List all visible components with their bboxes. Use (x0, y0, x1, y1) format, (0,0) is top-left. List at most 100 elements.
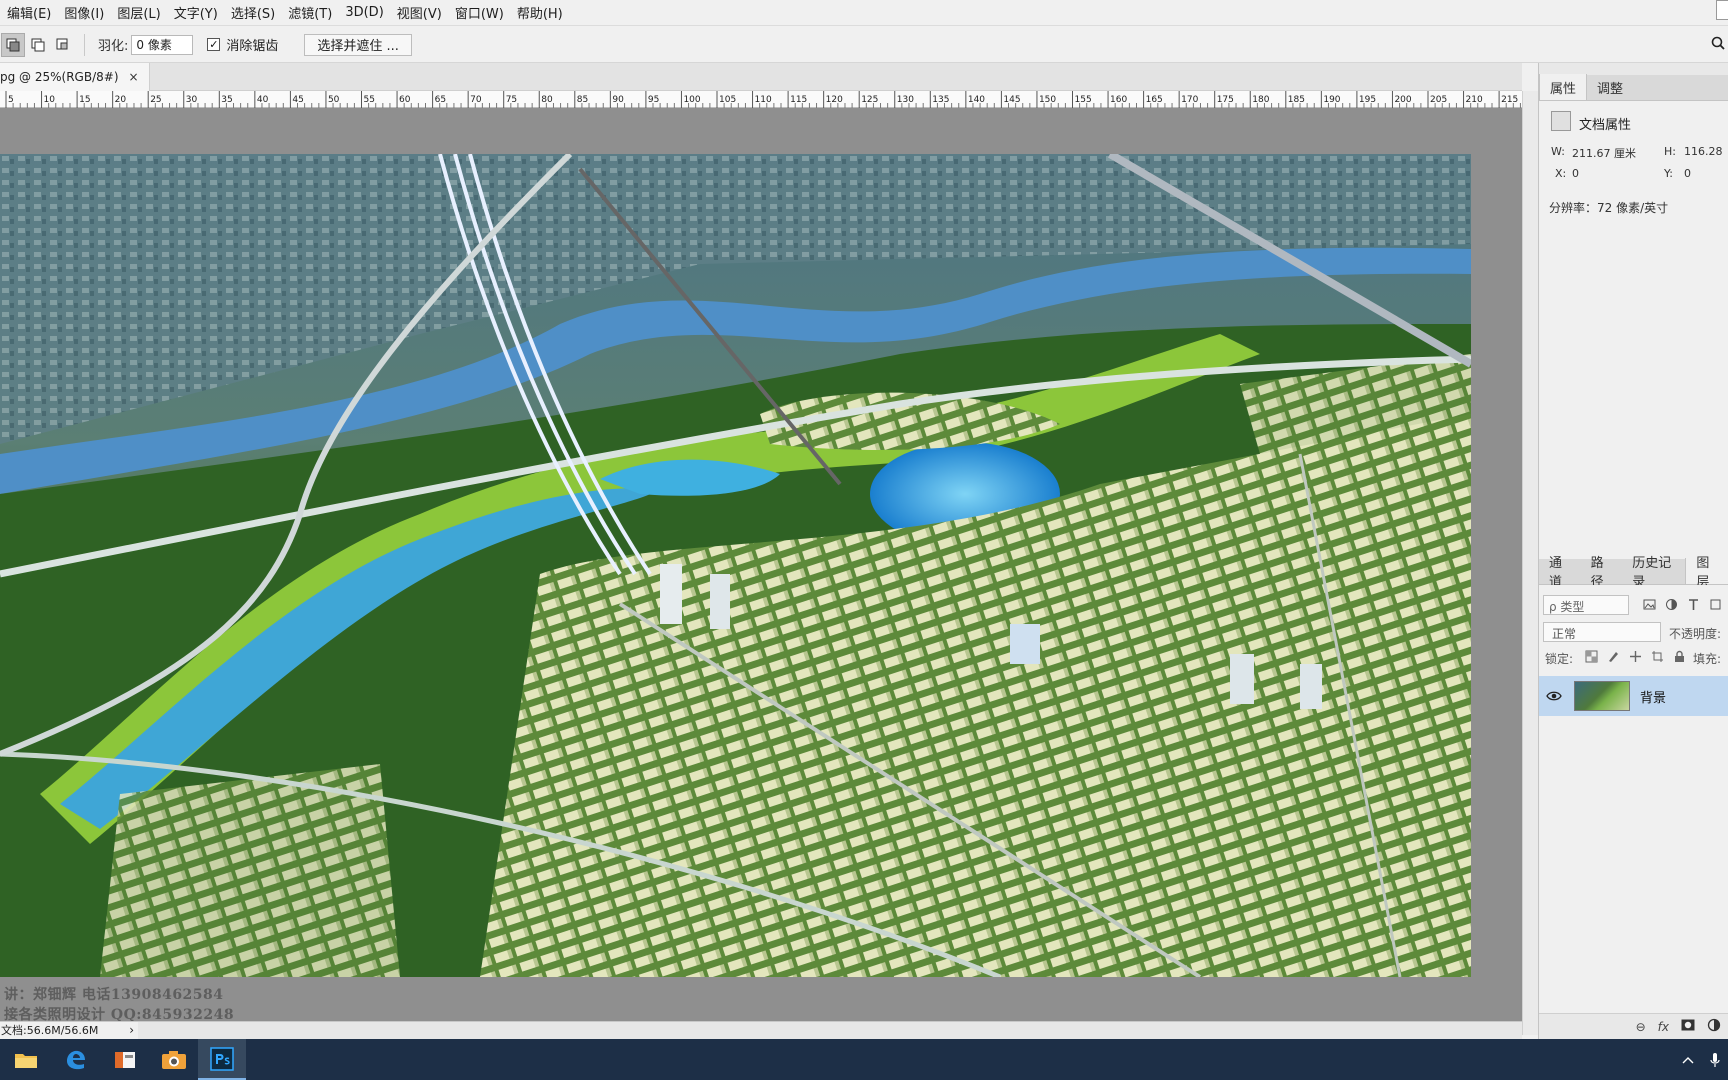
ruler-label: 170 (1181, 95, 1198, 105)
ruler-label: 15 (79, 95, 90, 105)
vertical-scrollbar[interactable] (1522, 91, 1538, 1035)
menu-window[interactable]: 窗口(W) (448, 3, 510, 22)
tab-channels[interactable]: 通道 (1539, 556, 1581, 590)
ruler-label: 70 (470, 95, 482, 105)
photoshop-taskbar-button[interactable] (198, 1039, 246, 1080)
menu-select[interactable]: 选择(S) (224, 3, 281, 22)
width-value[interactable]: 211.67 厘米 (1572, 145, 1636, 161)
fill-label: 填充: (1693, 652, 1722, 666)
properties-panel: 文档属性 W: 211.67 厘米 H: 116.28 X: 0 Y: 0 分辨… (1539, 101, 1728, 559)
camera-app-button[interactable] (150, 1039, 198, 1080)
adjustment-icon[interactable] (1707, 1018, 1721, 1035)
ruler-label: 35 (221, 95, 232, 105)
layer-thumbnail (1574, 681, 1630, 711)
file-explorer-button[interactable] (2, 1039, 50, 1080)
x-value[interactable]: 0 (1572, 167, 1579, 180)
lock-pixels-icon[interactable] (1607, 650, 1620, 663)
ruler-label: 135 (932, 95, 949, 105)
blend-mode-select[interactable]: 正常 (1543, 622, 1661, 642)
document-tab[interactable]: pg @ 25%(RGB/8#) × (0, 63, 150, 91)
photoshop-icon (210, 1046, 234, 1071)
status-menu-arrow[interactable]: › (129, 1022, 134, 1039)
ruler-label: 55 (364, 95, 375, 105)
layer-name[interactable]: 背景 (1640, 687, 1666, 706)
type-filter-icon[interactable] (1687, 598, 1700, 611)
subtract-selection-button[interactable] (51, 33, 75, 57)
tab-layers[interactable]: 图层 (1685, 556, 1728, 590)
lock-position-icon[interactable] (1629, 650, 1642, 663)
x-label: X: (1555, 167, 1567, 180)
ruler-label: 175 (1217, 95, 1234, 105)
horizontal-ruler[interactable]: 5 10 15 20 25 30 35 40 45 50 55 60 65 70 75 80 85 90 95 100… (0, 91, 1522, 108)
add-selection-icon (31, 38, 45, 51)
select-and-mask-button[interactable]: 选择并遮住 ... (304, 33, 412, 56)
lock-transparent-icon[interactable] (1585, 650, 1598, 663)
feather-input[interactable] (131, 34, 194, 55)
horizontal-scrollbar[interactable] (138, 1021, 1522, 1039)
menu-edit[interactable]: 编辑(E) (0, 3, 57, 22)
canvas-area[interactable]: 讲：郑钿辉 电话13908462584 接各类照明设计 QQ:845932248 (0, 108, 1522, 1035)
ruler-label: 145 (1003, 95, 1020, 105)
menu-view[interactable]: 视图(V) (390, 3, 448, 22)
edge-icon (67, 1050, 85, 1069)
layer-filter-select[interactable]: ρ 类型 (1543, 595, 1629, 615)
ruler-label: 165 (1146, 95, 1163, 105)
ruler-label: 75 (506, 95, 517, 105)
ruler-label: 105 (719, 95, 736, 105)
edge-browser-button[interactable] (52, 1039, 100, 1080)
menu-filter[interactable]: 滤镜(T) (281, 3, 338, 22)
fx-icon[interactable]: fx (1658, 1020, 1669, 1034)
tab-history[interactable]: 历史记录 (1622, 556, 1685, 590)
height-label: H: (1664, 145, 1676, 158)
menu-image[interactable]: 图像(I) (57, 3, 110, 22)
shape-filter-icon[interactable] (1709, 598, 1722, 611)
system-tray (1682, 1039, 1728, 1080)
ruler-label: 195 (1359, 95, 1376, 105)
ruler-label: 210 (1466, 95, 1483, 105)
mask-icon[interactable] (1681, 1019, 1695, 1034)
width-label: W: (1551, 145, 1565, 158)
ruler-label: 80 (541, 95, 553, 105)
ruler-label: 30 (186, 95, 198, 105)
add-selection-button[interactable] (26, 33, 50, 57)
document-tab-bar: pg @ 25%(RGB/8#) × (0, 63, 1522, 91)
menu-bar: 编辑(E) 图像(I) 图层(L) 文字(Y) 选择(S) 滤镜(T) 3D(D… (0, 0, 1728, 26)
antialias-checkbox[interactable]: ✓ (207, 38, 221, 51)
windows-taskbar (0, 1039, 1728, 1080)
ruler-label: 190 (1323, 95, 1340, 105)
image-filter-icon[interactable] (1643, 598, 1656, 611)
adjustment-filter-icon[interactable] (1665, 598, 1678, 611)
lock-artboard-icon[interactable] (1651, 650, 1664, 663)
search-icon[interactable] (1710, 35, 1726, 51)
lock-all-icon[interactable] (1673, 650, 1686, 663)
ruler-label: 185 (1288, 95, 1305, 105)
subtract-selection-icon (56, 38, 68, 49)
document-icon (1551, 111, 1571, 131)
right-panel-dock: 属性 调整 文档属性 W: 211.67 厘米 H: 116.28 X: 0 Y… (1538, 63, 1728, 1039)
chevron-up-icon[interactable] (1682, 1056, 1694, 1064)
ruler-label: 160 (1110, 95, 1127, 105)
tab-paths[interactable]: 路径 (1581, 556, 1623, 590)
window-control[interactable] (1716, 0, 1728, 20)
menu-layer[interactable]: 图层(L) (110, 3, 166, 22)
ruler-label: 120 (826, 95, 843, 105)
tab-adjustments[interactable]: 调整 (1587, 74, 1633, 100)
eye-icon[interactable] (1546, 690, 1562, 702)
height-value[interactable]: 116.28 (1684, 145, 1723, 158)
media-app-button[interactable] (101, 1039, 149, 1080)
new-selection-button[interactable] (1, 32, 25, 57)
ruler-label: 140 (968, 95, 985, 105)
menu-help[interactable]: 帮助(H) (510, 3, 569, 22)
feather-label: 羽化: (98, 39, 129, 54)
layer-row-background[interactable]: 背景 (1539, 676, 1728, 716)
link-icon[interactable]: ⊖ (1636, 1020, 1646, 1034)
microphone-icon[interactable] (1710, 1052, 1720, 1068)
tab-properties[interactable]: 属性 (1539, 74, 1588, 100)
y-value[interactable]: 0 (1684, 167, 1691, 180)
media-player-icon (115, 1051, 135, 1068)
ruler-label: 130 (897, 95, 914, 105)
menu-type[interactable]: 文字(Y) (167, 3, 224, 22)
y-label: Y: (1664, 167, 1673, 180)
menu-3d[interactable]: 3D(D) (338, 5, 389, 20)
close-tab-icon[interactable]: × (129, 70, 139, 84)
